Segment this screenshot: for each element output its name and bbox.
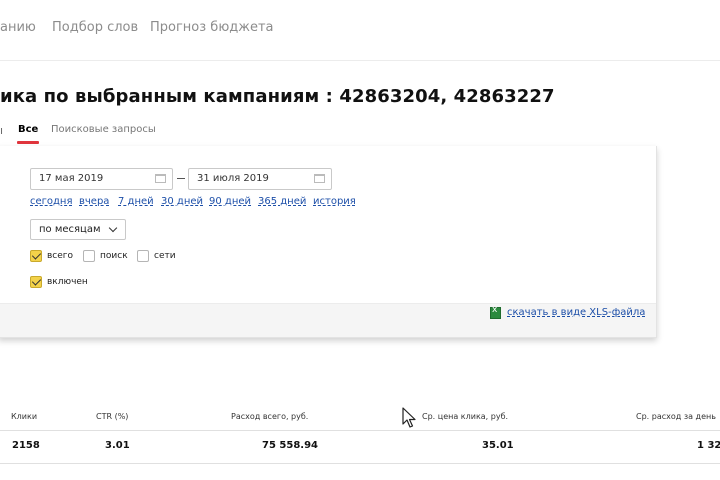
table-divider <box>0 430 720 431</box>
top-nav-item-partial[interactable]: анию <box>0 20 36 35</box>
checkbox-total-label: всего <box>47 251 74 261</box>
checkbox-search-label: поиск <box>100 251 128 261</box>
excel-file-icon <box>490 305 501 319</box>
quick-link-history[interactable]: история <box>313 196 356 207</box>
quick-link-30-days[interactable]: 30 дней <box>161 196 203 207</box>
column-header-total-spend[interactable]: Расход всего, руб. <box>231 412 308 421</box>
column-header-avg-daily-spend[interactable]: Ср. расход за день <box>636 412 716 421</box>
column-header-avg-cpc[interactable]: Ср. цена клика, руб. <box>422 412 508 421</box>
tab-partial[interactable]: ı <box>0 124 3 137</box>
download-xls-link[interactable]: скачать в виде XLS-файла <box>507 307 645 318</box>
chevron-down-icon <box>108 223 118 233</box>
page-title: ика по выбранным кампаниям : 42863204, 4… <box>0 86 555 107</box>
table-bottom-divider <box>0 463 720 464</box>
tab-all[interactable]: Все <box>18 124 38 135</box>
date-from-input[interactable]: 17 мая 2019 <box>30 168 173 190</box>
date-range-dash <box>177 178 185 179</box>
top-nav-divider <box>0 60 720 61</box>
tab-active-indicator <box>17 141 39 144</box>
quick-link-365-days[interactable]: 365 дней <box>258 196 306 207</box>
date-to-value: 31 июля 2019 <box>197 173 269 184</box>
group-by-value: по месяцам <box>39 224 101 235</box>
checkbox-networks-label: сети <box>154 251 176 261</box>
cell-total-spend: 75 558.94 <box>262 440 318 451</box>
quick-link-yesterday[interactable]: вчера <box>79 196 109 207</box>
quick-link-90-days[interactable]: 90 дней <box>209 196 251 207</box>
checkbox-search[interactable] <box>83 250 95 262</box>
group-by-select[interactable]: по месяцам <box>30 219 126 240</box>
checkbox-networks[interactable] <box>137 250 149 262</box>
checkbox-enabled[interactable] <box>30 276 42 288</box>
report-tabs: ı Все Поисковые запросы <box>0 124 720 148</box>
date-from-value: 17 мая 2019 <box>39 173 104 184</box>
top-nav-item-word-selection[interactable]: Подбор слов <box>52 20 138 35</box>
quick-link-today[interactable]: сегодня <box>30 196 73 207</box>
tab-search-queries[interactable]: Поисковые запросы <box>51 124 156 135</box>
quick-link-7-days[interactable]: 7 дней <box>118 196 154 207</box>
cell-avg-cpc: 35.01 <box>482 440 514 451</box>
table-row: 2158 3.01 75 558.94 35.01 1 32 <box>0 440 720 456</box>
column-header-ctr[interactable]: CTR (%) <box>96 412 128 421</box>
column-header-clicks[interactable]: Клики <box>11 412 37 421</box>
cell-avg-daily-spend: 1 32 <box>697 440 720 451</box>
date-to-input[interactable]: 31 июля 2019 <box>188 168 332 190</box>
cell-ctr: 3.01 <box>105 440 130 451</box>
cell-clicks: 2158 <box>12 440 40 451</box>
mouse-cursor-icon <box>402 407 416 428</box>
checkbox-total[interactable] <box>30 250 42 262</box>
checkbox-enabled-label: включен <box>47 277 88 287</box>
calendar-icon[interactable] <box>314 174 325 183</box>
calendar-icon[interactable] <box>155 174 166 183</box>
stats-table-header: Клики CTR (%) Расход всего, руб. Ср. цен… <box>0 412 720 430</box>
top-nav-item-budget-forecast[interactable]: Прогноз бюджета <box>150 20 274 35</box>
